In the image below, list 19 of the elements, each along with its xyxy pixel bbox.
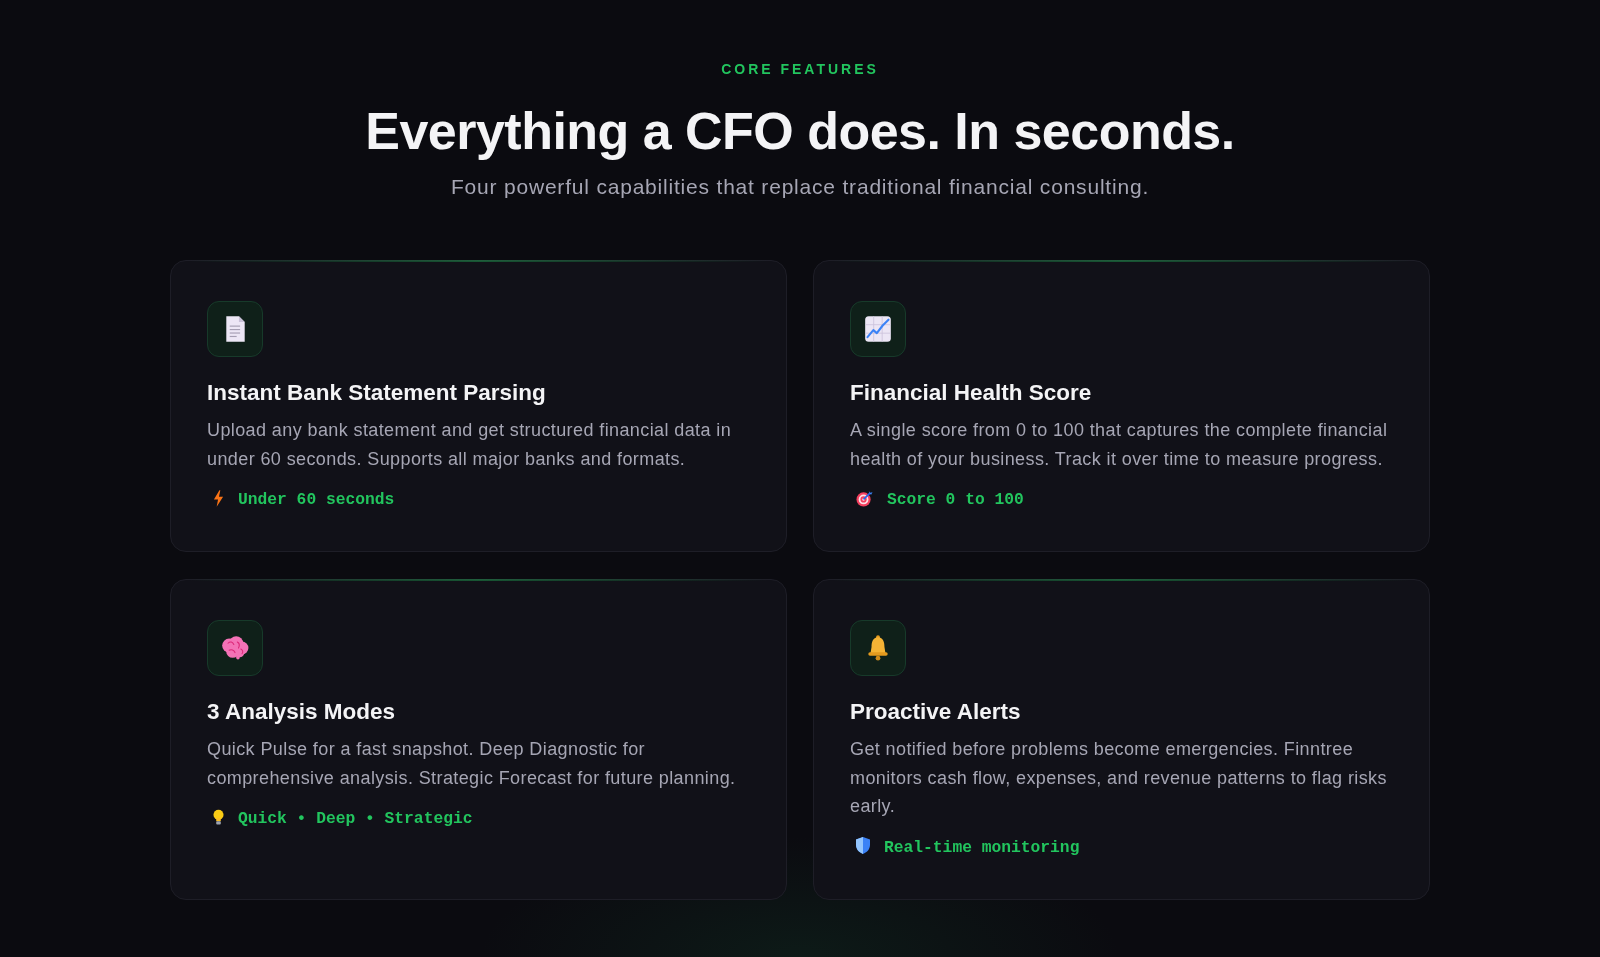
feature-description: Upload any bank statement and get structured financial data in under 60 seconds. Supports all major banks and formats. (207, 419, 733, 471)
document-icon (207, 301, 263, 357)
feature-tag: Quick • Deep • Strategic (238, 808, 473, 830)
feature-title: Financial Health Score (850, 379, 1092, 407)
brain-icon (207, 620, 263, 676)
feature-title: 3 Analysis Modes (207, 698, 395, 726)
feature-tag: Real-time monitoring (884, 836, 1080, 859)
feature-title: Instant Bank Statement Parsing (207, 379, 546, 407)
line-chart-icon (850, 301, 906, 357)
bell-icon (850, 620, 906, 676)
feature-tag: Score 0 to 100 (887, 489, 1024, 511)
feature-description: Get notified before problems become emergencies. Finntree monitors cash flow, expenses, and revenue patterns to flag risks early. (850, 738, 1388, 818)
feature-description: Quick Pulse for a fast snapshot. Deep Diagnostic for comprehensive analysis. Strategic Forecast for future planning. (207, 738, 737, 790)
feature-description: A single score from 0 to 100 that captures the complete financial health of your business. Track it over time to measure progress. (850, 419, 1389, 471)
section-heading: Everything a CFO does. In seconds. (365, 101, 1235, 161)
section-eyebrow: CORE FEATURES (721, 60, 879, 78)
section-subtitle: Four powerful capabilities that replace traditional financial consulting. (450, 174, 1150, 200)
feature-title: Proactive Alerts (850, 698, 1021, 726)
feature-tag: Under 60 seconds (238, 489, 395, 511)
